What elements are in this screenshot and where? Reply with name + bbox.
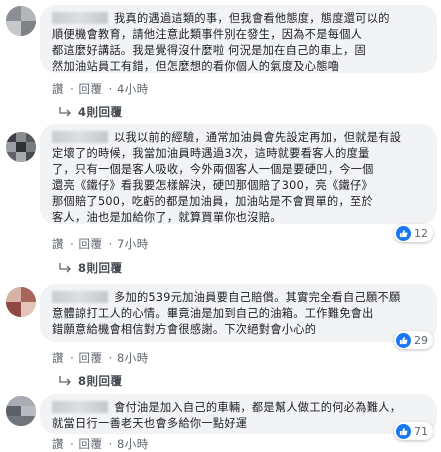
comment-text-line: 就當日行一善老天也會多給你一點好運 [52,417,248,430]
comment-text-line: 我真的遇過這類的事，但我會看他態度，態度還可以的 [114,12,390,25]
comment-text-line: 錯願意給機會相信對方會很感謝。下次絕對會小心的 [52,323,317,336]
comment-actions: 讚 · 回覆 · 4小時 [52,82,149,96]
like-link[interactable]: 讚 [52,351,64,365]
thumbs-up-icon [396,225,411,241]
reaction-badge[interactable]: 12 [394,224,433,242]
reply-link[interactable]: 回覆 [78,82,102,96]
commenter-name[interactable] [52,291,108,303]
comment-bubble: 以我以前的經驗，通常加油員會先設定再加，但就是有設 定壞了的時候，我當加油員時遇… [40,124,437,224]
reaction-count: 71 [414,424,428,438]
comment-text-line: 順便機會教育，請他注意此類事件別在發生，因為不是每個人 [52,28,363,41]
view-replies-link[interactable]: 4則回覆 [58,104,123,120]
reply-link[interactable]: 回覆 [78,237,102,251]
commenter-name[interactable] [52,131,108,143]
comment-actions: 讚 · 回覆 · 8小時 [52,351,149,365]
comment-text-line: 了，只有一個是客人吸收，今外兩個客人一個是要硬凹，今一個 [52,163,374,176]
comment-text-line: 意體諒打工人的心情。畢竟油是加到自己的油箱。工作難免會出 [52,307,374,320]
like-link[interactable]: 讚 [52,82,64,96]
comment-text-line: 然加油站員工有錯，但怎麼想的看你個人的氣度及心態嚕 [52,60,340,73]
comment-text-line: 以我以前的經驗，通常加油員會先設定再加，但就是有設 [114,131,402,144]
reply-link[interactable]: 回覆 [78,351,102,365]
comment-bubble: 多加的539元加油員要自己賠償。其實完全看自己願不願 意體諒打工人的心情。畢竟油… [40,284,437,342]
comment-text-line: 多加的539元加油員要自己賠償。其實完全看自己願不願 [114,291,401,304]
reaction-count: 29 [414,333,428,347]
comment-text-line: 會付油是加入自己的車輛，都是幫人做工的何必為難人， [114,401,402,414]
avatar[interactable] [6,6,36,36]
like-link[interactable]: 讚 [52,237,64,251]
view-replies-link[interactable]: 8則回覆 [58,373,123,389]
comment-actions: 讚 · 回覆 · 7小時 [52,237,149,251]
commenter-name[interactable] [52,12,108,24]
comment-bubble: 我真的遇過這類的事，但我會看他態度，態度還可以的 順便機會教育，請他注意此類事件… [40,5,437,73]
comment-bubble: 會付油是加入自己的車輛，都是幫人做工的何必為難人， 就當日行一善老天也會多給你一… [40,394,437,434]
comment-text-line: 那個賠了500，吃虧的都是加油員，加油站是不會買單的，至於 [52,195,373,208]
reaction-badge[interactable]: 29 [394,331,433,349]
avatar[interactable] [6,396,36,426]
replies-count-label: 8則回覆 [78,261,123,275]
replies-count-label: 4則回覆 [78,105,123,119]
reply-arrow-icon [59,107,71,117]
comment-text-line: 客人，油也是加給你了，就算買單你也沒賠。 [52,211,282,224]
like-link[interactable]: 讚 [52,437,64,451]
view-replies-link[interactable]: 8則回覆 [58,260,123,276]
reaction-count: 12 [414,226,428,240]
thumbs-up-icon [396,332,411,348]
avatar[interactable] [6,287,36,317]
comment-text-line: 都這麼好講話。我是覺得沒什麼啦 何況是加在自己的車上，固 [52,44,367,57]
reply-link[interactable]: 回覆 [78,437,102,451]
timestamp[interactable]: 8小時 [117,351,149,365]
replies-count-label: 8則回覆 [78,374,123,388]
comment-text-line: 還亮《鐵仔》看我要怎樣解決，硬凹那個賠了300，亮《鐵仔》 [52,179,373,192]
commenter-name[interactable] [52,401,108,413]
timestamp[interactable]: 8小時 [117,437,149,451]
reaction-badge[interactable]: 71 [394,422,433,440]
reply-arrow-icon [59,376,71,386]
timestamp[interactable]: 7小時 [117,237,149,251]
timestamp[interactable]: 4小時 [117,82,149,96]
avatar[interactable] [6,132,36,162]
comment-text-line: 定壞了的時候，我當加油員時遇過3次，這時就要看客人的度量 [52,147,370,160]
thumbs-up-icon [396,423,411,439]
reply-arrow-icon [59,263,71,273]
